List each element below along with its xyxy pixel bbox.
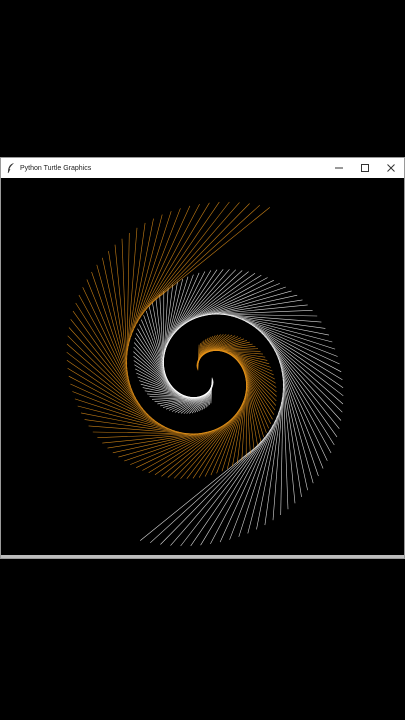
maximize-icon — [361, 164, 369, 172]
spiral-line — [134, 205, 191, 328]
spiral-line — [97, 433, 197, 438]
spiral-line — [82, 287, 135, 395]
spiral-line — [121, 238, 128, 365]
maximize-button[interactable] — [352, 158, 378, 178]
spiral-line — [132, 208, 181, 333]
spiral-line — [163, 281, 178, 358]
window-title: Python Turtle Graphics — [20, 164, 92, 172]
spiral-line — [154, 422, 228, 476]
spiral-line — [168, 270, 212, 342]
spiral-line — [77, 405, 179, 433]
spiral-line — [151, 203, 250, 304]
spiral-line — [180, 437, 266, 547]
close-button[interactable] — [378, 158, 404, 178]
spiral-line — [170, 440, 262, 546]
spiral-line — [127, 222, 146, 351]
spiral-line — [193, 283, 280, 320]
spiral-line — [180, 413, 237, 479]
screen-frame: Python Turtle Graphics — [0, 0, 405, 720]
spiral-line — [252, 325, 344, 388]
spiral-line — [148, 202, 240, 308]
spiral-line — [275, 353, 328, 461]
orange-spiral-arm — [66, 201, 277, 479]
spiral-line — [248, 322, 343, 380]
turtle-window: Python Turtle Graphics — [0, 157, 405, 559]
spiral-line — [80, 412, 183, 434]
spiral-line — [72, 391, 172, 431]
spiral-line — [102, 257, 129, 379]
spiral-line — [241, 319, 340, 365]
spiral-drawing — [66, 201, 344, 547]
spiral-line — [232, 390, 247, 467]
spiral-line — [213, 310, 313, 315]
spiral-line — [70, 383, 169, 429]
spiral-line — [130, 428, 217, 465]
spiral-line — [219, 420, 276, 543]
spiral-line — [227, 314, 330, 336]
spiral-line — [182, 272, 256, 326]
spiral-line — [186, 411, 239, 479]
spiral-line — [281, 369, 308, 491]
spiral-line — [67, 368, 162, 426]
spiral-line — [282, 378, 296, 504]
spiral-line — [236, 387, 247, 464]
feather-icon — [4, 161, 18, 175]
title-bar[interactable]: Python Turtle Graphics — [1, 158, 404, 178]
spiral-line — [282, 383, 289, 510]
spiral-line — [198, 406, 242, 478]
spiral-line — [114, 244, 128, 370]
spiral-line — [160, 444, 259, 545]
window-bottom-edge — [1, 555, 404, 558]
spiral-line — [238, 317, 338, 357]
turtle-canvas[interactable] — [1, 178, 404, 555]
spiral-line — [264, 397, 283, 526]
spiral-line — [171, 269, 224, 337]
spiral-line — [144, 201, 230, 311]
window-controls — [326, 158, 404, 178]
spiral-line — [66, 360, 158, 423]
spiral-line — [229, 415, 278, 540]
minimize-button[interactable] — [326, 158, 352, 178]
spiral-line — [231, 315, 333, 343]
close-icon — [387, 164, 395, 172]
white-spiral-arm — [133, 269, 344, 547]
spiral-line — [173, 269, 230, 335]
minimize-icon — [335, 167, 343, 169]
spiral-line — [163, 284, 174, 361]
